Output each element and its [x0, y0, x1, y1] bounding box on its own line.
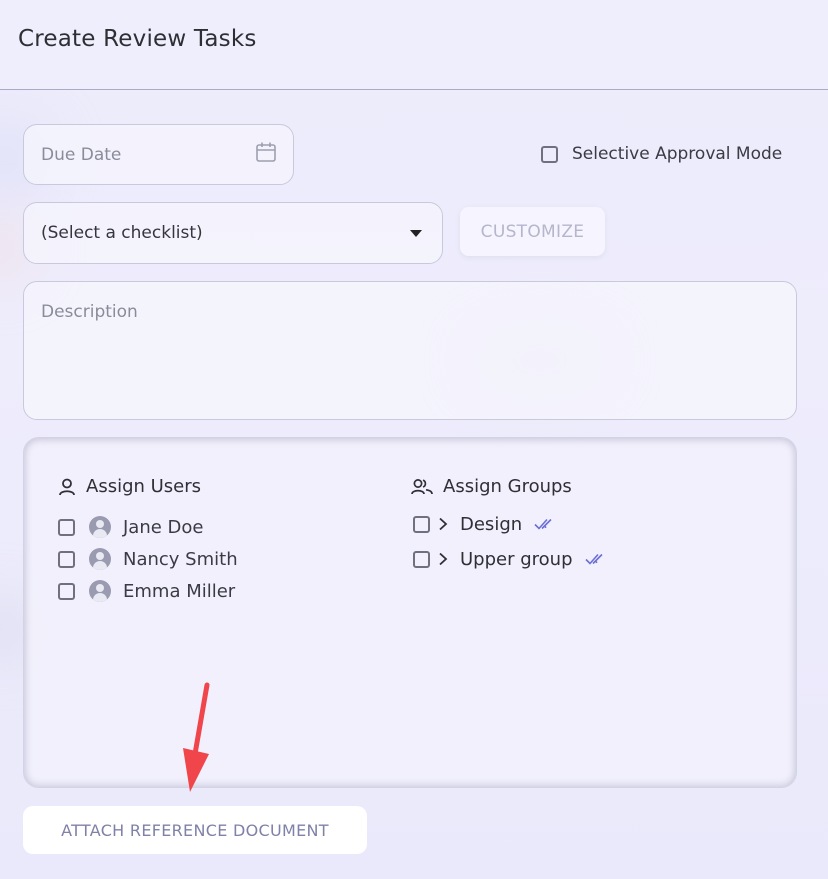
caret-down-icon — [410, 230, 422, 237]
attach-reference-document-button[interactable]: ATTACH REFERENCE DOCUMENT — [23, 806, 367, 854]
customize-button[interactable]: CUSTOMIZE — [460, 207, 605, 256]
avatar — [89, 516, 111, 538]
group-checkbox[interactable] — [413, 550, 430, 568]
user-row[interactable]: Emma Miller — [58, 579, 235, 603]
avatar — [89, 548, 111, 570]
description-placeholder: Description — [41, 302, 138, 322]
double-check-icon[interactable] — [584, 552, 609, 566]
user-name: Emma Miller — [123, 580, 236, 602]
user-name: Nancy Smith — [123, 548, 238, 570]
dialog-title: Create Review Tasks — [18, 26, 257, 52]
selective-approval-checkbox[interactable] — [541, 145, 558, 163]
calendar-icon[interactable] — [255, 141, 277, 163]
due-date-field[interactable]: Due Date — [23, 124, 294, 185]
assign-groups-title: Assign Groups — [443, 476, 572, 497]
user-checkbox[interactable] — [58, 582, 75, 600]
double-check-icon[interactable] — [534, 517, 558, 531]
users-group-icon — [411, 478, 433, 494]
user-row[interactable]: Nancy Smith — [58, 547, 238, 571]
description-textarea[interactable]: Description — [23, 281, 797, 420]
chevron-right-icon[interactable] — [438, 517, 448, 531]
group-name: Upper group — [460, 548, 573, 570]
user-name: Jane Doe — [123, 516, 204, 538]
assign-users-heading: Assign Users — [58, 476, 201, 497]
checklist-selected-value: (Select a checklist) — [41, 223, 203, 243]
assign-groups-heading: Assign Groups — [411, 476, 572, 497]
assign-panel: Assign Users Jane Doe Nancy Smith Emma M… — [23, 437, 797, 788]
user-icon — [59, 478, 75, 495]
chevron-right-icon[interactable] — [438, 552, 448, 566]
user-row[interactable]: Jane Doe — [58, 515, 204, 539]
user-checkbox[interactable] — [58, 518, 75, 536]
checklist-select[interactable]: (Select a checklist) — [23, 202, 443, 264]
group-row[interactable]: Design — [413, 512, 558, 536]
group-name: Design — [460, 513, 523, 535]
due-date-placeholder: Due Date — [41, 145, 122, 165]
assign-users-title: Assign Users — [86, 476, 202, 497]
group-checkbox[interactable] — [413, 515, 430, 533]
user-checkbox[interactable] — [58, 550, 75, 568]
dialog-header: Create Review Tasks — [0, 0, 828, 90]
selective-approval-label: Selective Approval Mode — [572, 144, 783, 164]
selective-approval-toggle[interactable]: Selective Approval Mode — [541, 143, 782, 165]
group-row[interactable]: Upper group — [413, 547, 609, 571]
annotation-arrow-icon — [183, 682, 210, 792]
avatar — [89, 580, 111, 602]
